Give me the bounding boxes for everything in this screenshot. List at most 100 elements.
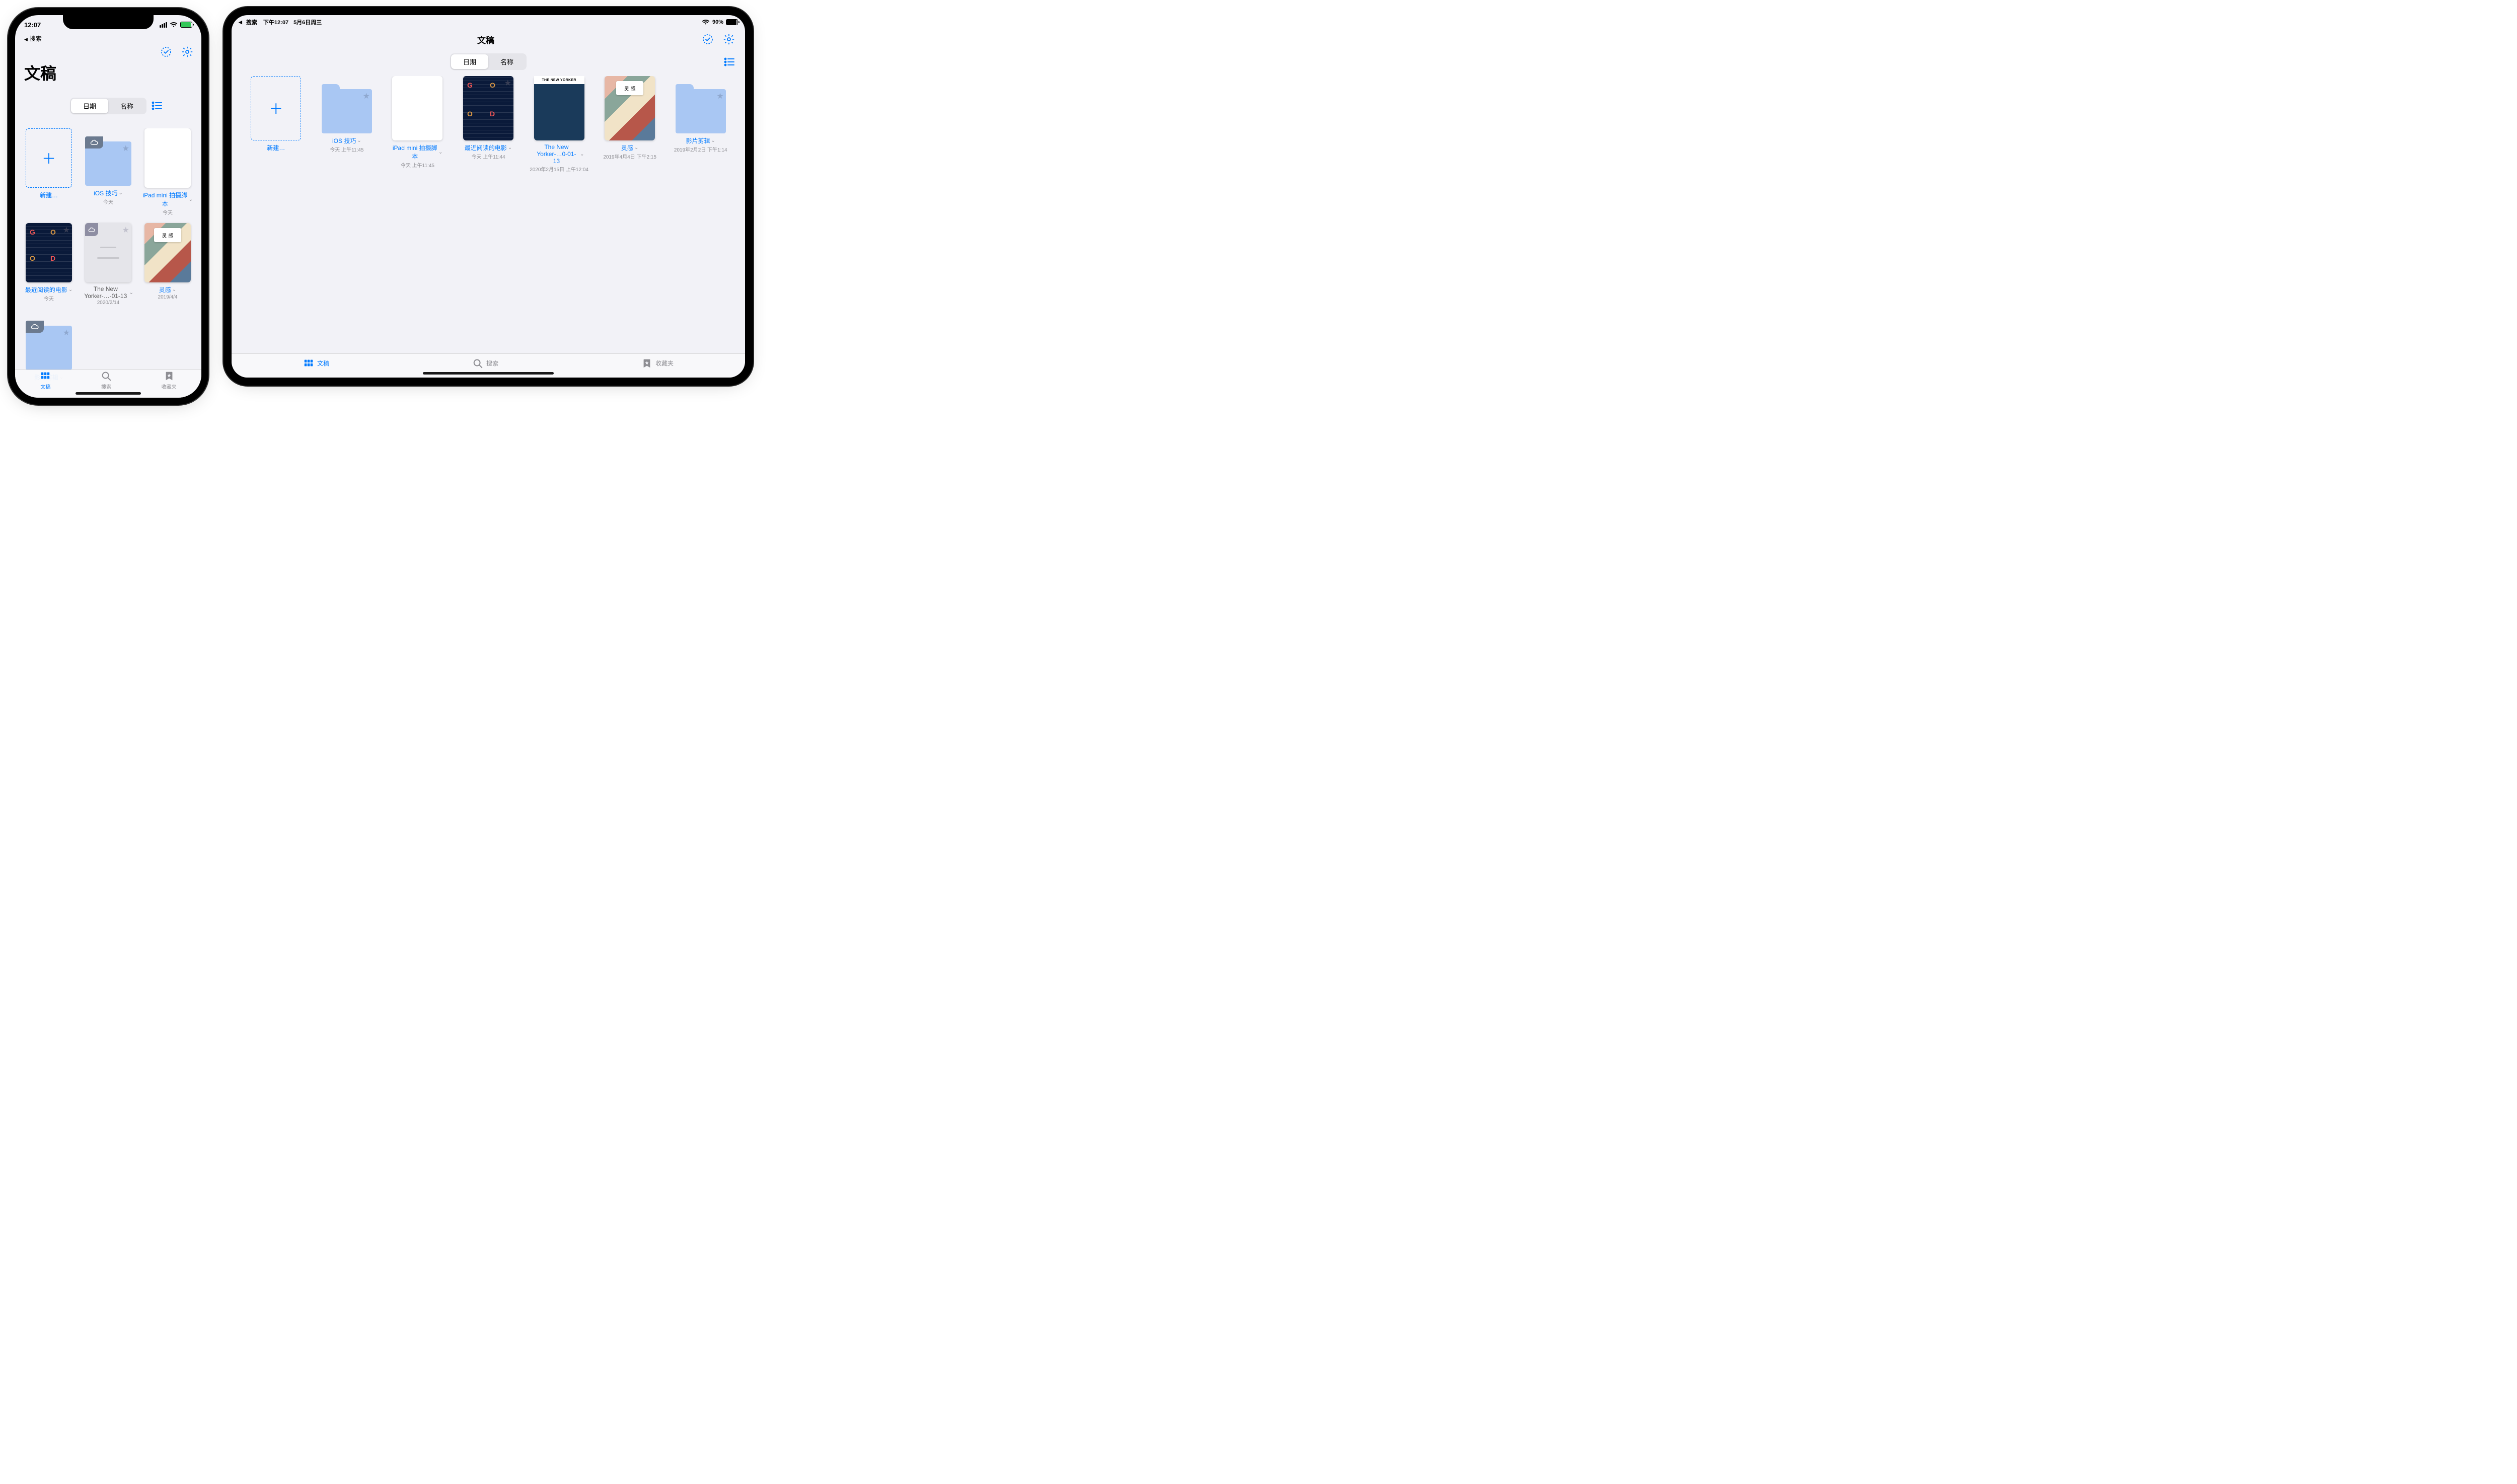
doc-thumb[interactable]: 灵 感 xyxy=(144,223,191,282)
tab-search[interactable]: 搜索 xyxy=(472,358,498,369)
settings-button[interactable] xyxy=(180,45,194,59)
doc-thumb[interactable] xyxy=(392,76,442,140)
doc-folder-ios[interactable]: ★ iOS 技巧⌄ 今天 上午11:45 xyxy=(315,76,380,173)
chevron-down-icon: ⌄ xyxy=(118,190,122,196)
sort-segmented[interactable]: 日期 名称 xyxy=(450,53,527,70)
doc-subtitle: 今天 上午11:45 xyxy=(330,145,363,153)
cover-text: GOOD xyxy=(467,81,509,135)
sort-segmented[interactable]: 日期 名称 xyxy=(70,98,146,114)
star-icon: ★ xyxy=(63,328,70,338)
cover-banner: THE NEW YORKER xyxy=(534,76,584,84)
doc-good[interactable]: GOOD ★ 最近阅读的电影⌄ 今天 xyxy=(22,223,76,306)
cellular-icon xyxy=(160,22,167,28)
status-bar: 搜索 下午12:07 5月6日周三 90% xyxy=(232,15,745,27)
chevron-down-icon: ⌄ xyxy=(634,145,638,151)
doc-subtitle: 今天 xyxy=(163,208,173,216)
doc-inspiration[interactable]: 灵 感 灵感⌄ 2019年4月4日 下午2:15 xyxy=(598,76,662,173)
cloud-icon xyxy=(85,136,103,149)
tab-favorites[interactable]: 收藏夹 xyxy=(641,358,674,369)
doc-thumb[interactable]: 灵 感 xyxy=(605,76,655,140)
doc-subtitle: 2019年2月2日 下午1:14 xyxy=(674,145,727,153)
wifi-icon xyxy=(702,19,710,25)
cloud-icon xyxy=(26,321,44,333)
doc-subtitle: 2019年4月4日 下午2:15 xyxy=(603,153,656,160)
doc-new[interactable]: ＋ 新建… xyxy=(22,128,76,216)
select-button[interactable] xyxy=(701,32,715,46)
doc-label: 灵感⌄ xyxy=(159,285,176,294)
doc-label: iPad mini 拍摄脚本⌄ xyxy=(392,143,442,161)
document-grid: ＋ 新建… ★ iOS 技巧⌄ 今天 上午11:45 iPad mini 拍摄脚… xyxy=(244,76,733,173)
battery-percent: 90% xyxy=(712,19,723,25)
cover-text: 灵 感 xyxy=(616,81,643,95)
chevron-down-icon: ⌄ xyxy=(508,145,512,151)
star-icon: ★ xyxy=(122,225,129,235)
tab-label: 搜索 xyxy=(101,383,111,390)
doc-label: 新建… xyxy=(40,191,58,199)
segment-name[interactable]: 名称 xyxy=(488,54,526,69)
tab-label: 文稿 xyxy=(317,359,329,367)
chevron-down-icon: ⌄ xyxy=(129,290,133,295)
doc-newyorker[interactable]: THE NEW YORKER The New Yorker-…0-01-13⌄ … xyxy=(527,76,591,173)
doc-subtitle: 今天 xyxy=(44,294,54,302)
doc-subtitle: 今天 上午11:44 xyxy=(471,153,505,160)
tab-label: 收藏夹 xyxy=(655,359,674,367)
document-grid: ＋ 新建… ★ iOS 技巧⌄ 今天 iPad mini 拍摄脚本⌄ 今天 xyxy=(22,128,194,382)
back-to-app[interactable]: 搜索 xyxy=(15,34,201,43)
tab-favorites[interactable]: 收藏夹 xyxy=(162,370,177,390)
home-indicator[interactable] xyxy=(76,392,141,395)
tab-label: 搜索 xyxy=(486,359,498,367)
folder-thumb[interactable]: ★ xyxy=(676,89,726,133)
doc-newyorker[interactable]: ★ The New Yorker-…-01-13⌄ 2020/2/14 xyxy=(82,223,135,306)
star-icon: ★ xyxy=(363,91,370,101)
back-to-app[interactable] xyxy=(239,19,243,25)
sort-subbar: 日期 名称 xyxy=(15,88,201,128)
doc-folder-ios[interactable]: ★ iOS 技巧⌄ 今天 xyxy=(82,128,135,216)
ipad-device: 搜索 下午12:07 5月6日周三 90% 文稿 日期 名称 xyxy=(232,15,745,378)
document-grid-scroll[interactable]: ＋ 新建… ★ iOS 技巧⌄ 今天 上午11:45 iPad mini 拍摄脚… xyxy=(232,76,745,361)
doc-good[interactable]: GOOD ★ 最近阅读的电影⌄ 今天 上午11:44 xyxy=(456,76,521,173)
tab-search[interactable]: 搜索 xyxy=(101,370,112,390)
doc-subtitle: 2019/4/4 xyxy=(158,294,178,300)
plus-icon: ＋ xyxy=(269,98,283,118)
segment-date[interactable]: 日期 xyxy=(71,99,108,113)
tab-documents[interactable]: 文稿 xyxy=(303,358,329,369)
tab-documents[interactable]: 文稿 xyxy=(40,370,51,390)
doc-label: The New Yorker-…0-01-13⌄ xyxy=(534,143,584,165)
list-view-toggle[interactable] xyxy=(152,87,192,124)
chevron-down-icon: ⌄ xyxy=(580,152,584,157)
segment-date[interactable]: 日期 xyxy=(451,54,488,69)
doc-thumb[interactable] xyxy=(144,128,191,188)
new-doc-thumb[interactable]: ＋ xyxy=(26,128,72,188)
doc-thumb[interactable]: ★ xyxy=(85,223,131,282)
home-indicator[interactable] xyxy=(423,372,554,375)
doc-inspiration[interactable]: 灵 感 灵感⌄ 2019/4/4 xyxy=(141,223,194,306)
star-icon: ★ xyxy=(504,78,511,88)
folder-thumb[interactable]: ★ xyxy=(26,326,72,370)
chevron-down-icon: ⌄ xyxy=(172,287,176,292)
doc-subtitle: 今天 上午11:45 xyxy=(401,161,434,169)
page-title: 文稿 xyxy=(15,61,201,88)
folder-thumb[interactable]: ★ xyxy=(85,141,131,186)
cover-text: 灵 感 xyxy=(154,228,181,242)
segment-name[interactable]: 名称 xyxy=(108,99,145,113)
folder-thumb[interactable]: ★ xyxy=(322,89,372,133)
select-button[interactable] xyxy=(159,45,173,59)
page-title: 文稿 xyxy=(278,33,694,46)
doc-thumb[interactable]: GOOD ★ xyxy=(463,76,513,140)
doc-new[interactable]: ＋ 新建… xyxy=(244,76,309,173)
list-view-toggle[interactable] xyxy=(723,56,736,67)
tab-label: 文稿 xyxy=(40,383,50,390)
doc-notes[interactable]: iPad mini 拍摄脚本⌄ 今天 上午11:45 xyxy=(385,76,450,173)
status-time: 下午12:07 xyxy=(263,18,288,26)
doc-folder-clips[interactable]: ★ 影片剪辑⌄ 2019年2月2日 下午1:14 xyxy=(668,76,733,173)
document-grid-scroll[interactable]: ＋ 新建… ★ iOS 技巧⌄ 今天 iPad mini 拍摄脚本⌄ 今天 xyxy=(15,128,201,398)
doc-thumb[interactable]: GOOD ★ xyxy=(26,223,72,282)
doc-label: 最近阅读的电影⌄ xyxy=(465,143,512,152)
chevron-down-icon: ⌄ xyxy=(711,138,715,143)
cover-text: GOOD xyxy=(30,228,68,277)
doc-notes[interactable]: iPad mini 拍摄脚本⌄ 今天 xyxy=(141,128,194,216)
doc-thumb[interactable]: THE NEW YORKER xyxy=(534,76,584,140)
new-doc-thumb[interactable]: ＋ xyxy=(251,76,301,140)
iphone-notch xyxy=(63,15,154,29)
settings-button[interactable] xyxy=(722,32,736,46)
